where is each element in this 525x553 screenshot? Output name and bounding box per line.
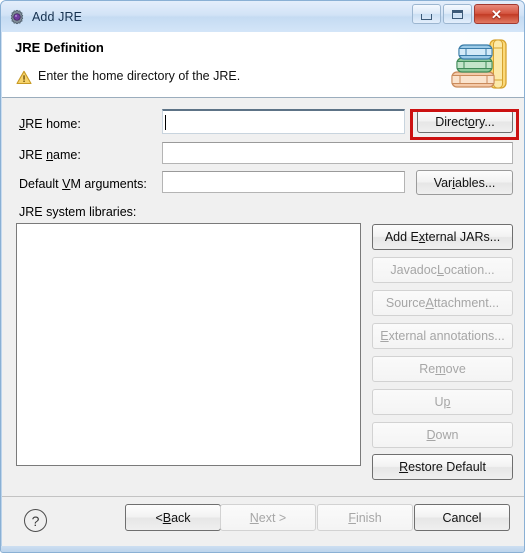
javadoc-location-button[interactable]: Javadoc Location... xyxy=(372,257,513,283)
jre-home-input[interactable] xyxy=(162,109,405,134)
jre-name-label: JRE name: xyxy=(19,148,81,162)
text-caret xyxy=(165,115,166,130)
add-external-jars-button[interactable]: Add Ex ternal JARs... xyxy=(372,224,513,250)
jre-gear-icon xyxy=(9,9,25,25)
vm-args-label: Default VM arguments: xyxy=(19,177,147,191)
finish-button[interactable]: Finish xyxy=(317,504,413,531)
variables-button[interactable]: Var i ables... xyxy=(416,170,513,195)
window-controls: ✕ xyxy=(412,4,519,24)
next-button[interactable]: Next > xyxy=(220,504,316,531)
down-button[interactable]: Down xyxy=(372,422,513,448)
dialog-body: JRE home: Direct o ry... JRE name: Default… xyxy=(2,98,524,496)
external-annotations-button[interactable]: External annotations... xyxy=(372,323,513,349)
help-icon[interactable]: ? xyxy=(24,509,47,532)
jre-system-libraries-list[interactable] xyxy=(16,223,361,466)
minimize-icon xyxy=(421,13,432,20)
source-attachment-button[interactable]: Source Attachment... xyxy=(372,290,513,316)
directory-button[interactable]: Direct o ry... xyxy=(417,110,513,133)
close-icon: ✕ xyxy=(491,6,502,22)
title-bar: Add JRE ✕ xyxy=(1,1,524,32)
jre-name-input[interactable] xyxy=(162,142,513,164)
cancel-button[interactable]: Cancel xyxy=(414,504,510,531)
up-button[interactable]: Up xyxy=(372,389,513,415)
dialog-header: JRE Definition Enter the home directory … xyxy=(2,32,524,98)
warning-triangle-icon xyxy=(16,70,32,85)
window-bottom-edge xyxy=(1,546,524,552)
jre-system-libraries-label: JRE system libraries: xyxy=(19,205,137,219)
close-button[interactable]: ✕ xyxy=(474,4,519,24)
jre-home-label: JRE home: xyxy=(19,117,81,131)
back-button[interactable]: < Back xyxy=(125,504,221,531)
page-title: JRE Definition xyxy=(15,40,104,55)
maximize-icon xyxy=(452,9,463,19)
vm-args-input[interactable] xyxy=(162,171,405,193)
restore-default-button[interactable]: Restore Default xyxy=(372,454,513,480)
minimize-button[interactable] xyxy=(412,4,441,24)
window-title: Add JRE xyxy=(32,9,83,24)
remove-button[interactable]: Re m ove xyxy=(372,356,513,382)
header-message: Enter the home directory of the JRE. xyxy=(38,69,241,83)
books-stack-icon xyxy=(448,36,512,94)
add-jre-dialog: Add JRE ✕ JRE Definition Enter the home … xyxy=(0,0,525,553)
maximize-button[interactable] xyxy=(443,4,472,24)
